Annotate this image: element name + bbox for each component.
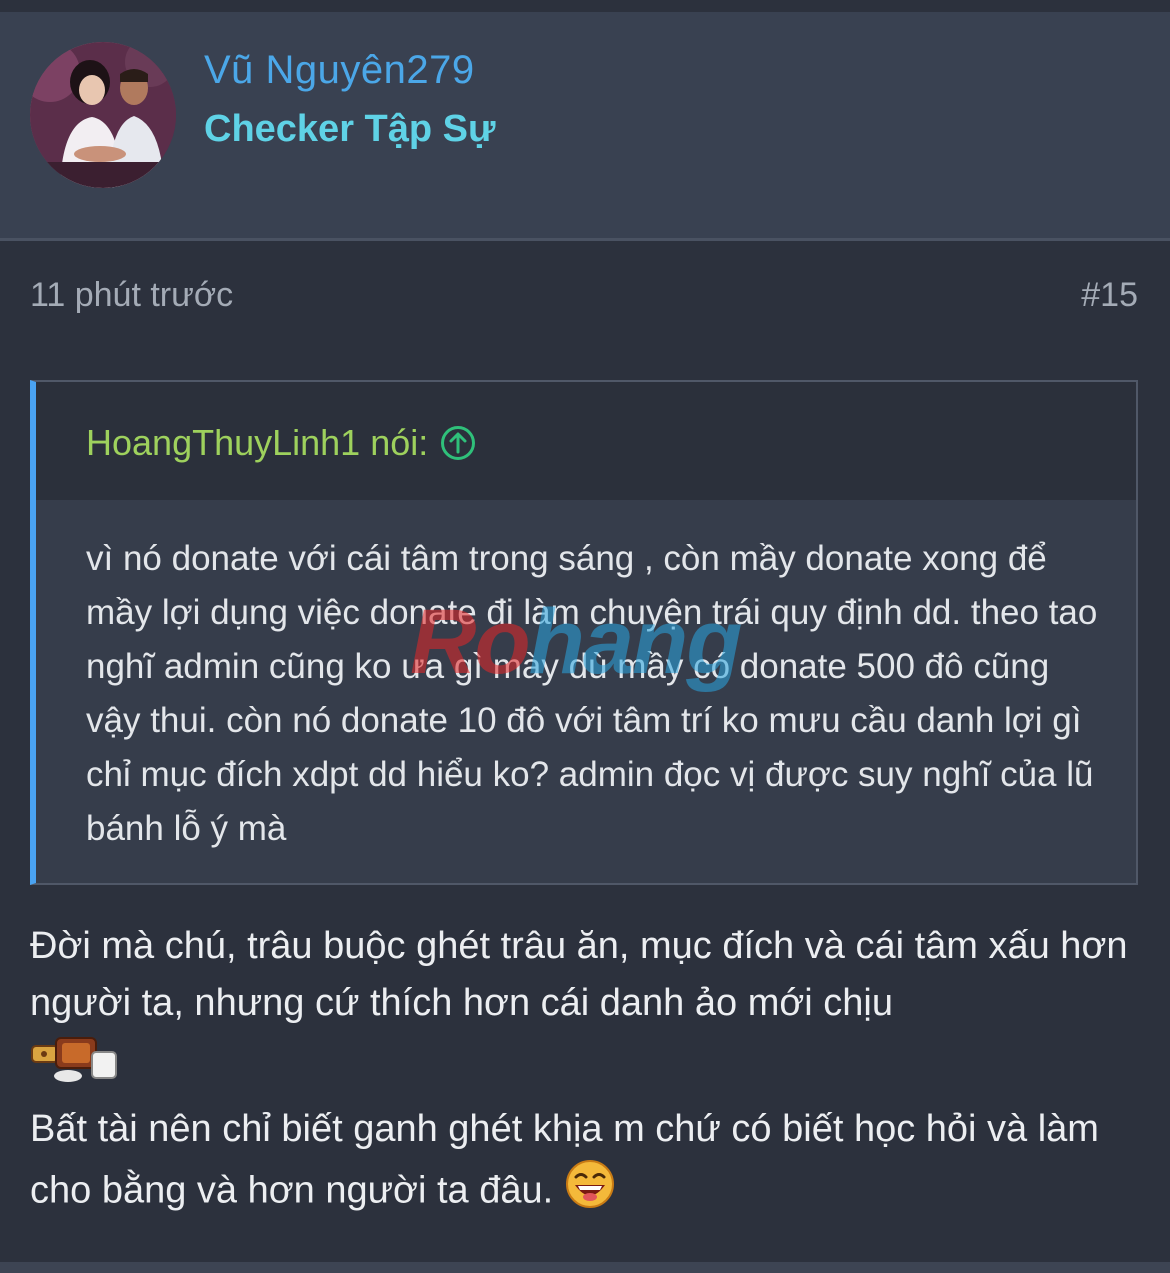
quote-author: HoangThuyLinh1 nói: — [86, 422, 429, 463]
divider — [0, 1262, 1170, 1273]
quote-text: vì nó donate với cái tâm trong sáng , cò… — [86, 539, 1098, 848]
avatar[interactable] — [30, 42, 176, 188]
arrow-up-circle-icon[interactable] — [440, 425, 476, 461]
reply-text-1: Đời mà chú, trâu buộc ghét trâu ăn, mục … — [30, 925, 1128, 1024]
post-content: Đời mà chú, trâu buộc ghét trâu ăn, mục … — [30, 918, 1140, 1227]
sticker-emoji — [30, 1032, 120, 1101]
laughing-emoji — [564, 1158, 616, 1227]
divider — [0, 0, 1170, 12]
post-number[interactable]: #15 — [1081, 276, 1138, 315]
quote-header: HoangThuyLinh1 nói: — [36, 382, 1136, 500]
user-title: Checker Tập Sự — [204, 108, 496, 150]
username[interactable]: Vũ Nguyên279 — [204, 48, 475, 93]
quote-author-link[interactable]: HoangThuyLinh1 nói: — [86, 422, 476, 464]
quote-block: HoangThuyLinh1 nói: vì nó donate với cái… — [30, 380, 1138, 885]
post-header: Vũ Nguyên279 Checker Tập Sự — [0, 0, 1170, 241]
post-time[interactable]: 11 phút trước — [30, 276, 233, 315]
